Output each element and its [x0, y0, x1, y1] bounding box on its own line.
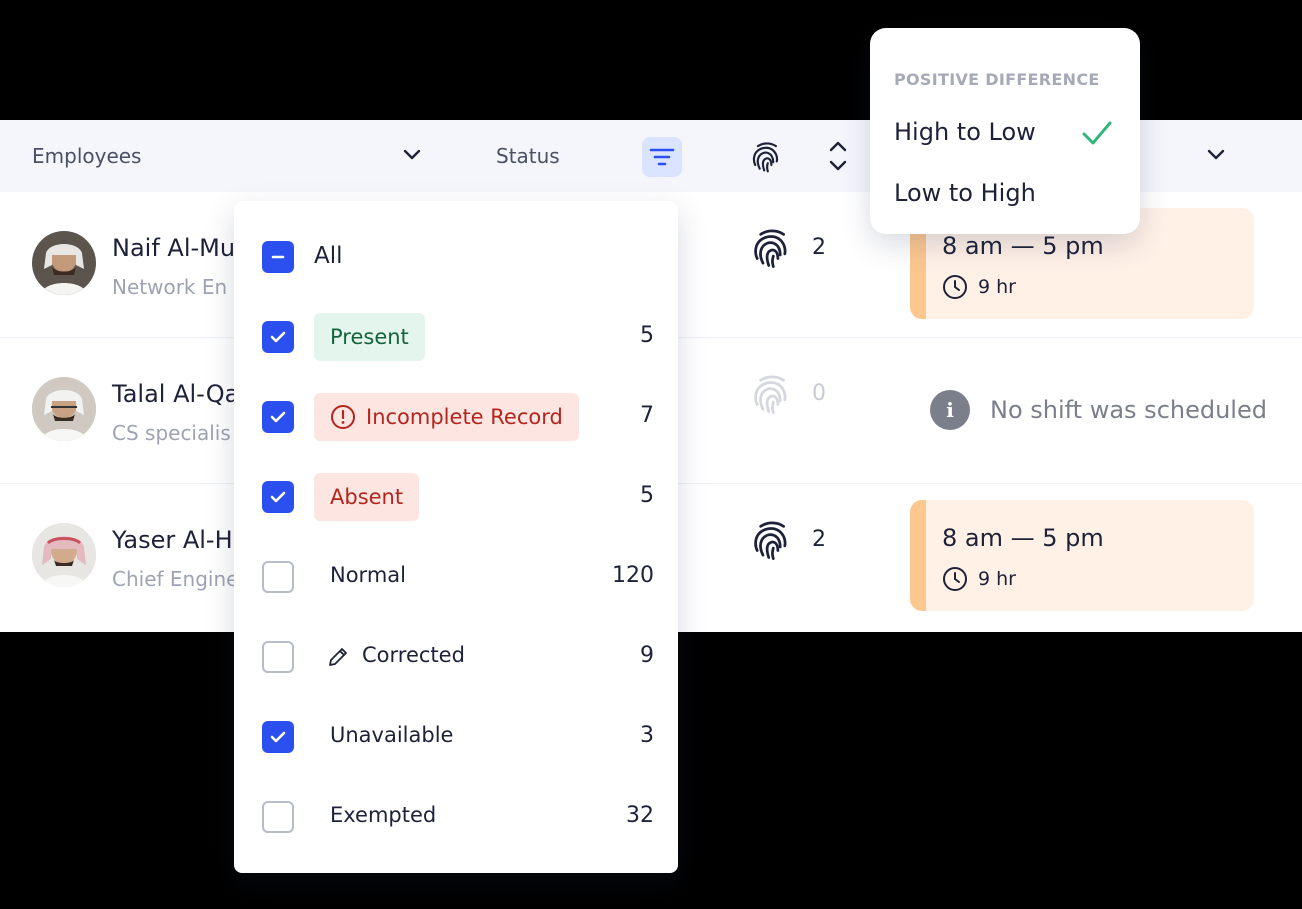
punch-count: 0 [812, 381, 826, 406]
shift-chevron-down-icon[interactable] [1204, 142, 1228, 166]
filter-option-incomplete-record[interactable]: Incomplete Record 7 [234, 389, 678, 445]
checkbox-unchecked[interactable] [262, 561, 294, 593]
filter-option-label: Normal [330, 563, 406, 587]
sort-option-low-to-high[interactable]: Low to High [894, 179, 1036, 207]
sort-toggle-icon[interactable] [826, 136, 850, 176]
sort-menu: POSITIVE DIFFERENCE High to Low Low to H… [870, 28, 1140, 234]
filter-option-count: 5 [640, 323, 654, 348]
filter-option-corrected[interactable]: Corrected 9 [234, 629, 678, 685]
avatar [32, 231, 96, 295]
employee-name[interactable]: Naif Al-Mu [112, 234, 235, 262]
employee-name[interactable]: Yaser Al-H [112, 526, 233, 554]
filter-icon [649, 148, 675, 166]
employee-name[interactable]: Talal Al-Qa [112, 380, 239, 408]
filter-option-count: 5 [640, 483, 654, 508]
filter-option-label: Present [330, 325, 409, 349]
shift-duration: 9 hr [942, 274, 1016, 300]
checkmark-icon [270, 731, 286, 743]
checkbox-unchecked[interactable] [262, 641, 294, 673]
shift-time: 8 am — 5 pm [942, 232, 1104, 260]
shift-card[interactable]: 8 am — 5 pm 9 hr [910, 500, 1254, 611]
filter-option-label: Unavailable [330, 723, 454, 747]
fingerprint-column-icon [752, 142, 779, 173]
avatar-image [32, 523, 96, 587]
shift-time: 8 am — 5 pm [942, 524, 1104, 552]
status-filter-menu: All Present 5 Incomplete Record 7 Absent… [234, 201, 678, 873]
all-indeterminate-checkbox[interactable] [262, 241, 294, 273]
employees-chevron-down-icon[interactable] [400, 142, 424, 166]
status-pill-absent: Absent [314, 473, 420, 521]
status-filter-button[interactable] [642, 137, 682, 177]
sort-menu-heading: POSITIVE DIFFERENCE [894, 70, 1100, 89]
clock-icon [943, 275, 967, 299]
checkbox-checked[interactable] [262, 481, 294, 513]
stage: Employees Status Naif Al-Mu Network En 2… [0, 0, 1302, 909]
punch-count: 2 [812, 235, 826, 260]
shift-duration-text: 9 hr [978, 276, 1016, 298]
checkbox-checked[interactable] [262, 321, 294, 353]
filter-option-count: 120 [612, 563, 654, 588]
filter-option-count: 7 [640, 403, 654, 428]
punch-count: 2 [812, 527, 826, 552]
checkbox-checked[interactable] [262, 401, 294, 433]
fingerprint-icon [754, 229, 787, 268]
info-icon: i [930, 390, 970, 430]
fingerprint-icon [754, 521, 787, 560]
filter-option-label: Corrected [362, 643, 465, 667]
filter-option-normal[interactable]: Normal 120 [234, 549, 678, 605]
selected-check-icon [1082, 121, 1112, 145]
filter-option-label: Incomplete Record [366, 405, 563, 429]
shift-card-accent-bar [910, 500, 926, 611]
employee-role: Network En [112, 275, 228, 299]
filter-option-exempted[interactable]: Exempted 32 [234, 789, 678, 845]
shift-duration-text: 9 hr [978, 568, 1016, 590]
minus-icon [271, 255, 285, 259]
filter-option-label: All [314, 243, 343, 269]
filter-option-all[interactable]: All [234, 229, 678, 285]
employee-role: CS specialis [112, 421, 231, 445]
pencil-icon [329, 648, 347, 666]
checkmark-icon [270, 411, 286, 423]
alert-circle-icon [331, 405, 355, 429]
fingerprint-icon [754, 375, 787, 414]
employee-role: Chief Engine [112, 567, 239, 591]
status-column-header[interactable]: Status [496, 144, 560, 168]
clock-icon [943, 567, 967, 591]
checkmark-icon [270, 491, 286, 503]
checkbox-unchecked[interactable] [262, 801, 294, 833]
status-pill-present: Present [314, 313, 425, 361]
avatar-image [32, 377, 96, 441]
checkbox-checked[interactable] [262, 721, 294, 753]
filter-option-absent[interactable]: Absent 5 [234, 469, 678, 525]
no-shift-text: No shift was scheduled [990, 396, 1267, 424]
no-shift-notice: i No shift was scheduled [930, 390, 1267, 430]
checkmark-icon [270, 331, 286, 343]
avatar-image [32, 231, 96, 295]
status-pill-incomplete: Incomplete Record [314, 393, 579, 441]
shift-duration: 9 hr [942, 566, 1016, 592]
avatar [32, 377, 96, 441]
filter-option-present[interactable]: Present 5 [234, 309, 678, 365]
filter-option-count: 3 [640, 723, 654, 748]
filter-option-unavailable[interactable]: Unavailable 3 [234, 709, 678, 765]
filter-option-label: Absent [330, 485, 404, 509]
filter-option-label: Exempted [330, 803, 437, 827]
sort-option-high-to-low[interactable]: High to Low [894, 118, 1036, 146]
filter-option-count: 32 [626, 803, 654, 828]
filter-option-count: 9 [640, 643, 654, 668]
avatar [32, 523, 96, 587]
employees-column-header[interactable]: Employees [32, 144, 141, 168]
